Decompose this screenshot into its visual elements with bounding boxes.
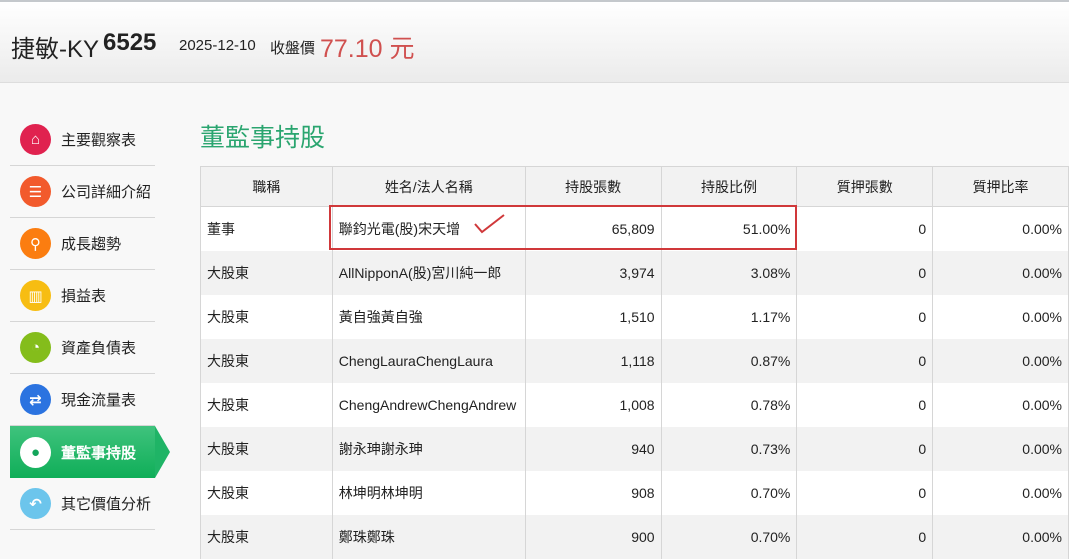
sidebar-item-label: 其它價值分析 [61,496,152,513]
pie-chart-icon: ◔ [20,332,51,363]
table-cell: 0 [796,426,934,471]
column-header[interactable]: 質押張數 [796,166,934,207]
bar-chart-icon: ▥ [20,280,51,311]
sidebar-item[interactable]: ☰ 公司詳細介紹 [10,166,155,218]
table-row: 大股東 謝永珅謝永珅 940 0.73% 0 0.00% [200,426,1069,471]
table-cell: 大股東 [200,382,333,427]
table-row: 大股東 ChengLauraChengLaura 1,118 0.87% 0 0.00% [200,338,1069,383]
sidebar-item[interactable]: ◔ 資產負債表 [10,322,155,374]
user-icon: ● [20,436,51,468]
table-cell: 0.70% [660,470,798,515]
close-price: 77.10 元 [320,35,415,63]
table-cell: 0 [796,250,934,295]
table-cell: 0.73% [660,426,798,471]
table-cell: AllNipponA(股)宮川純一郎 [331,250,526,295]
table-cell: 65,809 [524,206,662,251]
table-cell: 大股東 [200,514,333,559]
sidebar-item-label: 公司詳細介紹 [61,184,152,201]
sidebar-item[interactable]: ↶ 其它價值分析 [10,478,155,530]
table-cell: 0.00% [932,514,1069,559]
table-cell: 0 [796,382,934,427]
table-cell: 1.17% [660,294,798,339]
table-cell: 大股東 [200,250,333,295]
home-icon: ⌂ [20,124,51,155]
table-row: 大股東 黃自強黃自強 1,510 1.17% 0 0.00% [200,294,1069,339]
table-cell: 51.00% [660,206,798,251]
sidebar-item-label: 董監事持股 [61,444,137,462]
sidebar-item[interactable]: ▥ 損益表 [10,270,155,322]
table-cell: ChengLauraChengLaura [331,338,526,383]
company-name: 捷敏-KY [11,36,100,63]
stock-header: 捷敏-KY 6525 2025-12-10 收盤價 77.10 元 [0,0,1069,83]
table-cell: 0.00% [932,470,1069,515]
table-cell: 900 [524,514,662,559]
table-cell: 0.00% [932,206,1069,251]
holdings-table: 職稱 姓名/法人名稱 持股張數 持股比例 質押張數 質押比率 董事 聯鈞光電(股)宋天增 65… [200,166,1069,559]
table-cell: 1,118 [524,338,662,383]
column-header[interactable]: 姓名/法人名稱 [331,166,526,207]
close-price-label: 收盤價 [270,40,316,57]
list-icon: ☰ [20,176,51,207]
table-cell: 940 [524,426,662,471]
table-cell: 0.70% [660,514,798,559]
table-cell: 0 [796,470,934,515]
table-cell: 大股東 [200,470,333,515]
table-row: 大股東 AllNipponA(股)宮川純一郎 3,974 3.08% 0 0.00% [200,250,1069,295]
table-cell: 0.78% [660,382,798,427]
column-header[interactable]: 職稱 [200,166,333,207]
sidebar-item-label: 資產負債表 [61,340,137,357]
exchange-icon: ⇄ [20,384,51,415]
table-cell: 908 [524,470,662,515]
table-cell: 大股東 [200,294,333,339]
table-cell: 黃自強黃自強 [331,294,526,339]
table-cell: 大股東 [200,338,333,383]
table-cell: ChengAndrewChengAndrew [331,382,526,427]
page-title: 董監事持股 [200,124,326,152]
table-cell: 0 [796,338,934,383]
table-cell: 0.00% [932,382,1069,427]
table-cell: 0.00% [932,250,1069,295]
table-cell: 0.00% [932,338,1069,383]
table-cell: 0.87% [660,338,798,383]
table-cell: 3.08% [660,250,798,295]
sidebar-nav: ⌂ 主要觀察表 ☰ 公司詳細介紹 ⚲ 成長趨勢 ▥ 損益表 ◔ 資產負債表 ⇄ 現金流量表 ● 董監事持股… [10,114,170,530]
sidebar-item-label: 現金流量表 [61,392,137,409]
sidebar-item-label: 成長趨勢 [61,236,122,253]
column-header[interactable]: 持股比例 [660,166,798,207]
table-cell: 董事 [200,206,333,251]
reply-icon: ↶ [20,488,51,519]
table-cell: 1,008 [524,382,662,427]
table-cell: 鄭珠鄭珠 [331,514,526,559]
sidebar-item-label: 損益表 [61,288,107,305]
table-cell: 0 [796,294,934,339]
table-row: 大股東 鄭珠鄭珠 900 0.70% 0 0.00% [200,514,1069,559]
checkmark-icon [474,214,505,234]
table-cell: 林坤明林坤明 [331,470,526,515]
table-row: 大股東 ChengAndrewChengAndrew 1,008 0.78% 0 0.00… [200,382,1069,427]
table-cell: 0.00% [932,426,1069,471]
table-cell: 3,974 [524,250,662,295]
table-cell: 1,510 [524,294,662,339]
table-cell: 0.00% [932,294,1069,339]
sidebar-item[interactable]: ● 董監事持股 [10,426,170,478]
date: 2025-12-10 [179,37,256,54]
sidebar-item[interactable]: ⚲ 成長趨勢 [10,218,155,270]
table-cell: 謝永珅謝永珅 [331,426,526,471]
table-row: 董事 聯鈞光電(股)宋天增 65,809 51.00% 0 0.00% [200,206,1069,251]
table-cell: 大股東 [200,426,333,471]
column-header[interactable]: 質押比率 [932,166,1069,207]
sidebar-item[interactable]: ⌂ 主要觀察表 [10,114,155,166]
table-row: 大股東 林坤明林坤明 908 0.70% 0 0.00% [200,470,1069,515]
sidebar-item[interactable]: ⇄ 現金流量表 [10,374,155,426]
column-header[interactable]: 持股張數 [524,166,662,207]
table-cell: 0 [796,206,934,251]
table-cell: 0 [796,514,934,559]
table-header-row: 職稱 姓名/法人名稱 持股張數 持股比例 質押張數 質押比率 [200,166,1069,207]
search-icon: ⚲ [20,228,51,259]
sidebar-item-label: 主要觀察表 [61,132,137,149]
stock-code: 6525 [103,29,157,56]
